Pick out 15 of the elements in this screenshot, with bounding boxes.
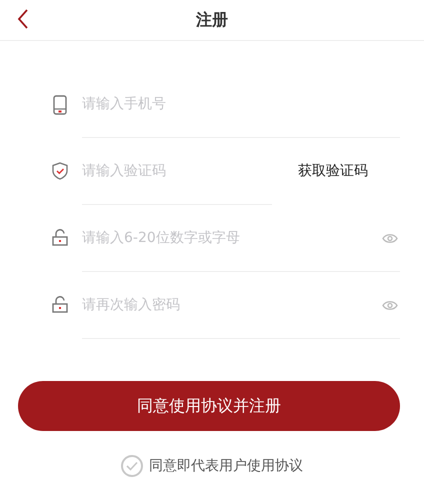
shield-icon	[52, 162, 68, 180]
input-field[interactable]: 请输入手机号	[82, 93, 400, 115]
get-code-button[interactable]: 获取验证码	[298, 160, 368, 182]
input-field[interactable]: 请输入验证码	[82, 160, 272, 182]
lock-icon	[52, 229, 68, 246]
input-field[interactable]: 请再次输入密码	[82, 294, 382, 316]
input-field[interactable]: 请输入6-20位数字或字母	[82, 227, 382, 249]
check-icon[interactable]	[126, 461, 138, 471]
agreement-text: 同意即代表用户使用协议	[149, 457, 303, 475]
chevron-left-icon[interactable]	[17, 9, 29, 29]
register-button[interactable]: 同意使用协议并注册	[18, 381, 400, 431]
lock-icon	[52, 296, 68, 313]
agree-checkbox[interactable]	[121, 455, 143, 477]
phone-icon	[53, 95, 67, 115]
page-title: 注册	[196, 10, 228, 30]
